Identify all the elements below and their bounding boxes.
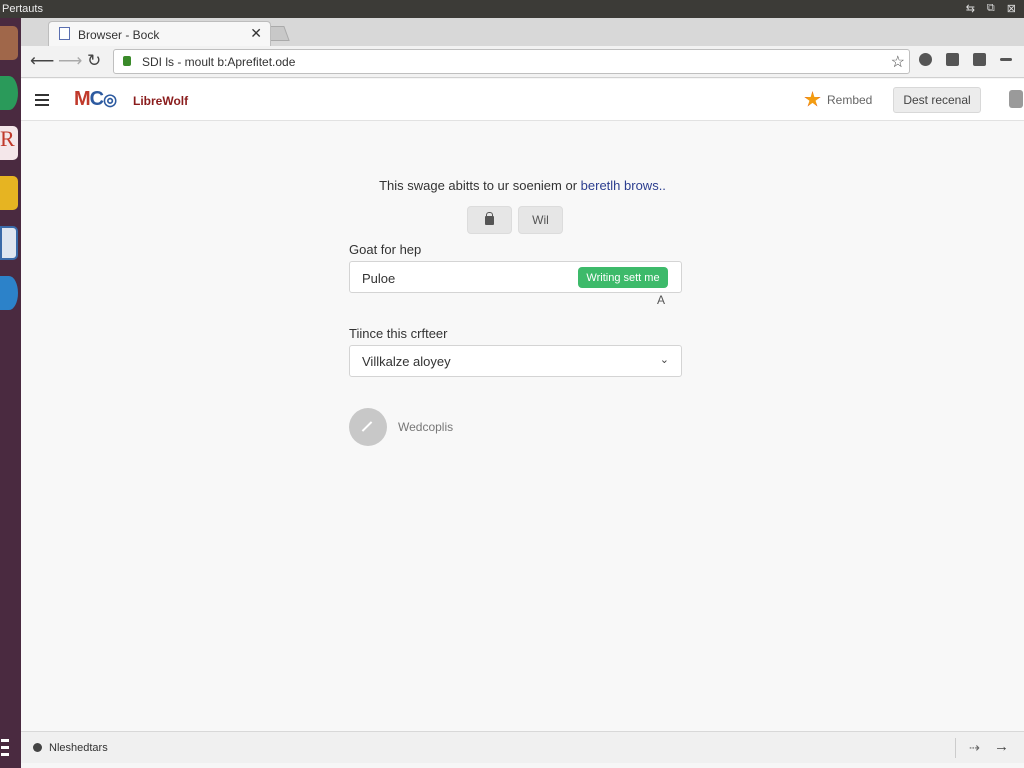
show-apps-icon[interactable] bbox=[1, 739, 9, 760]
skip-icon[interactable]: ⇢ bbox=[969, 740, 980, 756]
page-icon bbox=[59, 27, 70, 40]
extension-icon[interactable] bbox=[1009, 90, 1023, 108]
status-text: Nleshedtars bbox=[49, 742, 108, 754]
notes-app-icon[interactable] bbox=[0, 176, 18, 210]
logo-letter-m: M bbox=[74, 88, 91, 110]
field2-select[interactable]: Villkalze aloyey ⌄ bbox=[349, 345, 682, 377]
circle-button-label[interactable]: Wedcoplis bbox=[398, 420, 453, 434]
secure-icon bbox=[123, 56, 131, 66]
navigation-toolbar: ⟵ ⟶ ↻ ☆ bbox=[21, 46, 1024, 78]
field1-input[interactable] bbox=[362, 269, 572, 287]
settings-icon[interactable] bbox=[919, 53, 932, 66]
arrow-icon[interactable]: ⇆ bbox=[966, 2, 975, 15]
writing-button[interactable]: Writing sett me bbox=[578, 267, 668, 288]
field2-value: Villkalze aloyey bbox=[362, 354, 451, 369]
field2-label: Tiince this crfteer bbox=[349, 326, 448, 341]
tab-title: Browser - Bock bbox=[78, 28, 160, 42]
burst-icon bbox=[804, 91, 821, 107]
globe-app-icon[interactable] bbox=[0, 276, 18, 310]
intro-text: This swage abitts to ur soeniem or beret… bbox=[21, 178, 1024, 193]
field1-label: Goat for hep bbox=[349, 242, 422, 257]
site-header: MC◎ LibreWolf Rembed Dest recenal bbox=[21, 79, 1024, 121]
library-icon[interactable] bbox=[946, 53, 959, 66]
r-app-icon[interactable]: R bbox=[0, 126, 18, 160]
bookmark-star-icon[interactable]: ☆ bbox=[891, 52, 905, 72]
back-icon[interactable]: ⟵ bbox=[30, 52, 54, 70]
remind-label: Rembed bbox=[827, 92, 873, 107]
tab-active[interactable]: Browser - Bock ✕ bbox=[48, 21, 271, 46]
tab-strip: Browser - Bock ✕ bbox=[21, 18, 1024, 46]
field1-hint: A bbox=[657, 293, 666, 307]
window-icon[interactable]: ⧉ bbox=[987, 2, 995, 15]
hamburger-menu-icon[interactable] bbox=[35, 94, 49, 109]
swoosh-icon: ◎ bbox=[103, 92, 117, 109]
info-icon bbox=[33, 743, 42, 752]
system-top-bar: Pertauts ⇆ ⧉ ⊠ bbox=[0, 0, 1024, 18]
main-content: This swage abitts to ur soeniem or beret… bbox=[21, 121, 1024, 731]
lock-button[interactable] bbox=[467, 206, 512, 234]
site-logo[interactable]: MC◎ bbox=[74, 88, 117, 111]
reload-icon[interactable]: ↻ bbox=[87, 52, 101, 70]
pill-buttons: Wil bbox=[467, 206, 563, 234]
reader-icon[interactable] bbox=[973, 53, 986, 66]
document-app-icon[interactable] bbox=[0, 226, 18, 260]
remind-link[interactable]: Rembed bbox=[804, 91, 872, 108]
close-icon[interactable]: ⊠ bbox=[1007, 2, 1016, 15]
intro-link[interactable]: beretlh brows.. bbox=[581, 178, 666, 193]
photo-app-icon[interactable] bbox=[0, 26, 18, 60]
menu-icon[interactable] bbox=[1000, 58, 1012, 61]
url-input[interactable] bbox=[142, 53, 862, 71]
address-bar[interactable]: ☆ bbox=[113, 49, 910, 74]
app-launcher: R bbox=[0, 18, 21, 768]
intro-sentence: This swage abitts to ur soeniem or bbox=[379, 178, 581, 193]
system-tray: ⇆ ⧉ ⊠ bbox=[966, 2, 1016, 15]
field1-container: Writing sett me bbox=[349, 261, 682, 293]
site-name: LibreWolf bbox=[133, 94, 189, 108]
logo-letter-c: C bbox=[89, 88, 104, 110]
browser-app-icon[interactable] bbox=[0, 76, 18, 110]
edit-circle-button[interactable] bbox=[349, 408, 387, 446]
toolbar-icons bbox=[919, 53, 1012, 66]
dest-button[interactable]: Dest recenal bbox=[893, 87, 981, 113]
status-bar: Nleshedtars ⇢ → bbox=[21, 731, 1024, 763]
chevron-down-icon: ⌄ bbox=[659, 354, 669, 366]
wil-button[interactable]: Wil bbox=[518, 206, 563, 234]
status-divider bbox=[955, 738, 956, 758]
close-tab-icon[interactable]: ✕ bbox=[250, 25, 262, 42]
forward-icon[interactable]: ⟶ bbox=[58, 52, 82, 70]
next-arrow-icon[interactable]: → bbox=[994, 738, 1009, 755]
system-title: Pertauts bbox=[2, 3, 43, 15]
lock-icon bbox=[485, 211, 494, 225]
